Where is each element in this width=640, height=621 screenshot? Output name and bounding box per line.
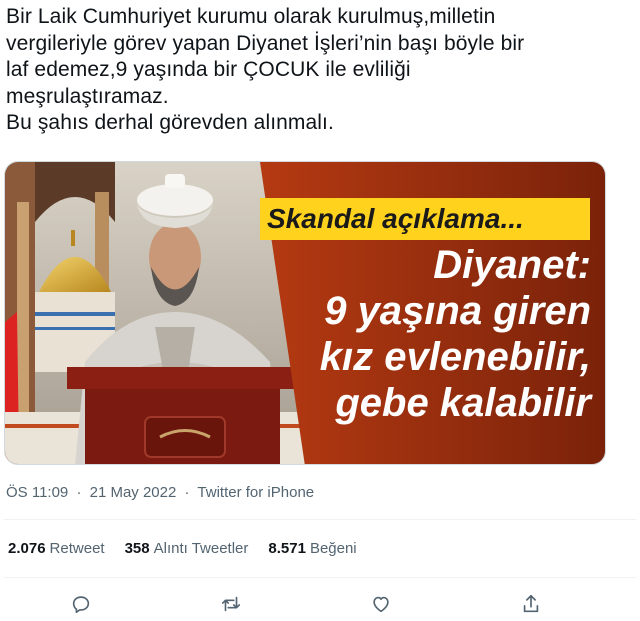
quote-stat[interactable]: 358 Alıntı Tweetler (125, 540, 249, 557)
tweet-line: Bu şahıs derhal görevden alınmalı. (6, 111, 334, 134)
tweet-meta: ÖS 11:09 · 21 May 2022 · Twitter for iPh… (6, 484, 318, 501)
tweet-line: laf edemez,9 yaşında bir ÇOCUK ile evlil… (6, 58, 411, 81)
like-stat[interactable]: 8.571 Beğeni (268, 540, 356, 557)
reply-button[interactable] (67, 590, 95, 618)
retweet-stat[interactable]: 2.076 Retweet (8, 540, 105, 557)
tweet-text: Bir Laik Cumhuriyet kurumu olarak kurulm… (6, 4, 626, 137)
meta-separator: · (184, 484, 190, 501)
headline-line: 9 yaşına giren (324, 289, 591, 333)
tweet-time[interactable]: ÖS 11:09 (6, 484, 68, 501)
headline-line: Diyanet: (433, 243, 591, 287)
reply-icon (72, 596, 90, 614)
like-icon (373, 596, 389, 613)
retweet-button[interactable] (217, 590, 245, 618)
retweet-label: Retweet (49, 540, 105, 557)
tweet-source[interactable]: Twitter for iPhone (197, 484, 314, 501)
like-label: Beğeni (309, 540, 357, 557)
retweet-icon (221, 596, 241, 612)
divider (4, 577, 636, 578)
quote-label: Alıntı Tweetler (153, 540, 249, 557)
media-illustration: Skandal açıklama... Diyanet: 9 yaşına gi… (5, 162, 605, 464)
share-icon (523, 594, 539, 613)
tweet-media-image[interactable]: Skandal açıklama... Diyanet: 9 yaşına gi… (4, 161, 606, 465)
tweet-stats: 2.076 Retweet 358 Alıntı Tweetler 8.571 Beğ… (8, 540, 357, 557)
quote-count: 358 (124, 540, 150, 557)
tweet-line: meşrulaştıramaz. (6, 84, 169, 108)
tweet-date[interactable]: 21 May 2022 (90, 484, 177, 501)
banner-text: Skandal açıklama... (267, 203, 524, 234)
meta-separator: · (76, 484, 82, 501)
tweet-actions (0, 590, 640, 618)
retweet-count: 2.076 (8, 540, 46, 557)
headline-line: kız evlenebilir, (320, 335, 591, 379)
divider (4, 519, 636, 520)
headline-line: gebe kalabilir (334, 381, 593, 425)
like-button[interactable] (367, 590, 395, 618)
like-count: 8.571 (268, 540, 306, 557)
tweet-line: vergileriyle görev yapan Diyanet İşleri’… (6, 31, 525, 55)
share-button[interactable] (517, 590, 545, 618)
tweet-line: Bir Laik Cumhuriyet kurumu olarak kurulm… (6, 5, 496, 28)
